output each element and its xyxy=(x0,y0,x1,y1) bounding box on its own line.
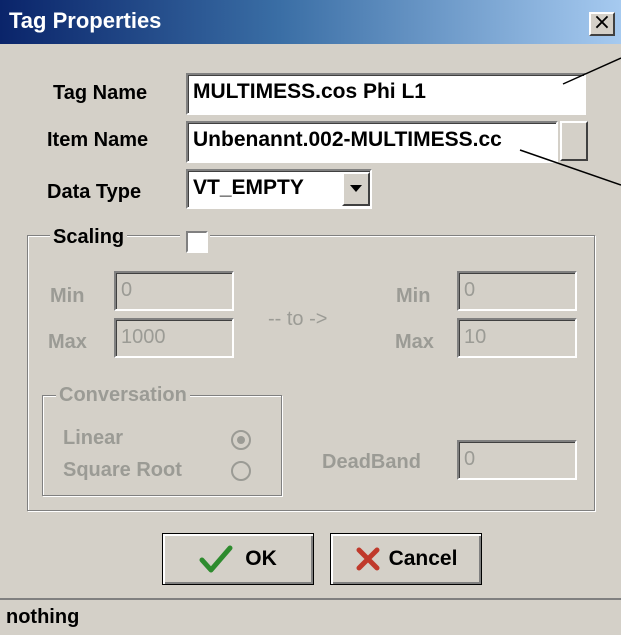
status-text: nothing xyxy=(6,606,80,628)
min-value-left: 0 xyxy=(121,279,133,301)
cancel-label: Cancel xyxy=(388,547,458,570)
item-name-value: Unbenannt.002-MULTIMESS.cc xyxy=(193,128,502,151)
ok-label: OK xyxy=(245,547,277,570)
window-title: Tag Properties xyxy=(9,8,162,33)
linear-radio[interactable] xyxy=(231,430,251,450)
data-type-value: VT_EMPTY xyxy=(193,176,304,199)
status-bar: nothing xyxy=(0,598,621,635)
min-input-right[interactable]: 0 xyxy=(457,271,577,311)
max-input-left[interactable]: 1000 xyxy=(114,318,234,358)
tag-properties-dialog: Tag Properties × Tag Name MULTIMESS.cos … xyxy=(0,0,621,635)
data-type-dropdown-button[interactable] xyxy=(342,172,370,206)
deadband-label: DeadBand xyxy=(322,451,421,473)
square-root-label: Square Root xyxy=(63,459,182,481)
title-bar[interactable]: Tag Properties × xyxy=(0,0,621,44)
ok-button[interactable]: OK xyxy=(162,533,314,585)
deadband-input[interactable]: 0 xyxy=(457,440,577,480)
item-name-input[interactable]: Unbenannt.002-MULTIMESS.cc xyxy=(186,121,558,163)
max-value-left: 1000 xyxy=(121,326,166,348)
min-label-left: Min xyxy=(50,285,85,307)
max-label-right: Max xyxy=(395,331,434,353)
close-button[interactable]: × xyxy=(589,12,615,36)
max-input-right[interactable]: 10 xyxy=(457,318,577,358)
checkmark-icon xyxy=(199,545,233,573)
max-value-right: 10 xyxy=(464,326,487,348)
tag-name-value: MULTIMESS.cos Phi L1 xyxy=(193,80,426,103)
data-type-label: Data Type xyxy=(47,181,142,203)
min-value-right: 0 xyxy=(464,279,476,301)
item-name-label: Item Name xyxy=(47,129,149,151)
close-icon: × xyxy=(592,10,612,35)
to-arrow-text: -- to -> xyxy=(268,308,328,330)
scaling-checkbox[interactable] xyxy=(186,231,208,253)
deadband-value: 0 xyxy=(464,448,476,470)
tag-name-input[interactable]: MULTIMESS.cos Phi L1 xyxy=(186,73,586,115)
cancel-button[interactable]: Cancel xyxy=(330,533,482,585)
chevron-down-icon xyxy=(350,185,362,192)
item-browse-button[interactable] xyxy=(560,121,588,161)
conversation-label: Conversation xyxy=(56,384,190,407)
scaling-label: Scaling xyxy=(50,226,128,249)
linear-label: Linear xyxy=(63,427,124,449)
cancel-x-icon xyxy=(356,547,380,571)
square-root-radio[interactable] xyxy=(231,461,251,481)
min-input-left[interactable]: 0 xyxy=(114,271,234,311)
tag-name-label: Tag Name xyxy=(53,82,148,104)
min-label-right: Min xyxy=(396,285,431,307)
max-label-left: Max xyxy=(48,331,87,353)
